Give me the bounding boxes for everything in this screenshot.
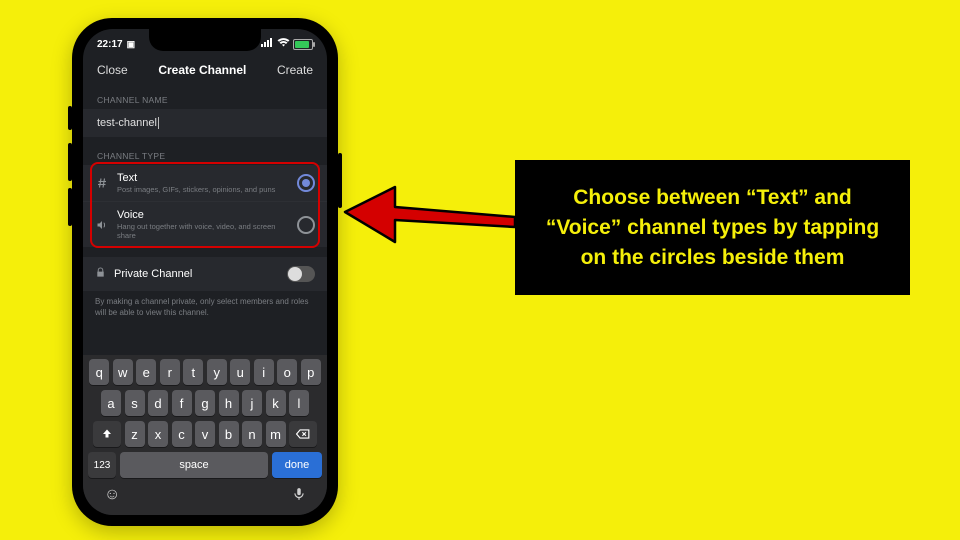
phone-mock: 22:17 ▣ Close Create Channel Create CHAN… — [72, 18, 338, 526]
phone-volume-up — [68, 143, 72, 181]
create-button[interactable]: Create — [277, 63, 313, 77]
radio-text[interactable] — [297, 174, 315, 192]
key-c[interactable]: c — [172, 421, 192, 447]
status-time: 22:17 — [97, 39, 123, 50]
key-b[interactable]: b — [219, 421, 239, 447]
wifi-icon — [277, 38, 290, 50]
backspace-key[interactable] — [289, 421, 317, 447]
battery-icon — [293, 39, 313, 50]
private-channel-description: By making a channel private, only select… — [83, 291, 327, 327]
emoji-key-icon[interactable]: ☺ — [104, 486, 120, 507]
key-q[interactable]: q — [89, 359, 109, 385]
modal-title: Create Channel — [158, 63, 246, 77]
key-i[interactable]: i — [254, 359, 274, 385]
key-f[interactable]: f — [172, 390, 192, 416]
key-g[interactable]: g — [195, 390, 215, 416]
phone-mute-switch — [68, 106, 72, 130]
key-o[interactable]: o — [277, 359, 297, 385]
annotation-arrow — [340, 162, 540, 252]
keyboard-row-3: zxcvbnm — [86, 421, 324, 447]
mic-key-icon[interactable] — [292, 486, 306, 507]
key-d[interactable]: d — [148, 390, 168, 416]
key-k[interactable]: k — [266, 390, 286, 416]
key-p[interactable]: p — [301, 359, 321, 385]
phone-notch — [149, 29, 261, 51]
private-toggle[interactable] — [287, 266, 315, 282]
type-text-subtitle: Post images, GIFs, stickers, opinions, a… — [117, 185, 289, 194]
key-v[interactable]: v — [195, 421, 215, 447]
key-s[interactable]: s — [125, 390, 145, 416]
channel-name-label: CHANNEL NAME — [83, 85, 327, 109]
key-a[interactable]: a — [101, 390, 121, 416]
close-button[interactable]: Close — [97, 63, 128, 77]
lock-icon — [95, 265, 106, 283]
numbers-key[interactable]: 123 — [88, 452, 116, 478]
speaker-icon — [95, 219, 109, 231]
done-key[interactable]: done — [272, 452, 322, 478]
key-h[interactable]: h — [219, 390, 239, 416]
key-l[interactable]: l — [289, 390, 309, 416]
radio-voice[interactable] — [297, 216, 315, 234]
phone-screen: 22:17 ▣ Close Create Channel Create CHAN… — [83, 29, 327, 515]
type-text-title: Text — [117, 172, 289, 184]
type-voice-title: Voice — [117, 209, 289, 221]
text-cursor — [158, 117, 160, 129]
instruction-text: Choose between “Text” and “Voice” channe… — [542, 183, 883, 272]
key-y[interactable]: y — [207, 359, 227, 385]
channel-type-voice[interactable]: Voice Hang out together with voice, vide… — [83, 202, 327, 247]
key-r[interactable]: r — [160, 359, 180, 385]
key-u[interactable]: u — [230, 359, 250, 385]
key-t[interactable]: t — [183, 359, 203, 385]
channel-name-value: test-channel — [97, 117, 157, 129]
keyboard-row-1: qwertyuiop — [86, 359, 324, 385]
type-voice-subtitle: Hang out together with voice, video, and… — [117, 222, 289, 240]
phone-volume-down — [68, 188, 72, 226]
key-z[interactable]: z — [125, 421, 145, 447]
key-x[interactable]: x — [148, 421, 168, 447]
modal-header: Close Create Channel Create — [83, 57, 327, 85]
channel-type-text[interactable]: Text Post images, GIFs, stickers, opinio… — [83, 165, 327, 202]
shift-key[interactable] — [93, 421, 121, 447]
ios-keyboard: qwertyuiop asdfghjkl zxcvbnm 123 space d… — [83, 355, 327, 515]
signal-icon — [261, 38, 274, 50]
hash-icon — [95, 177, 109, 189]
key-j[interactable]: j — [242, 390, 262, 416]
space-key[interactable]: space — [120, 452, 268, 478]
key-n[interactable]: n — [242, 421, 262, 447]
keyboard-row-2: asdfghjkl — [86, 390, 324, 416]
private-channel-label: Private Channel — [114, 268, 279, 280]
private-channel-row[interactable]: Private Channel — [83, 257, 327, 291]
key-e[interactable]: e — [136, 359, 156, 385]
camera-indicator-icon: ▣ — [127, 39, 136, 50]
instruction-callout: Choose between “Text” and “Voice” channe… — [515, 160, 910, 295]
key-w[interactable]: w — [113, 359, 133, 385]
channel-type-label: CHANNEL TYPE — [83, 141, 327, 165]
key-m[interactable]: m — [266, 421, 286, 447]
channel-name-input[interactable]: test-channel — [83, 109, 327, 137]
